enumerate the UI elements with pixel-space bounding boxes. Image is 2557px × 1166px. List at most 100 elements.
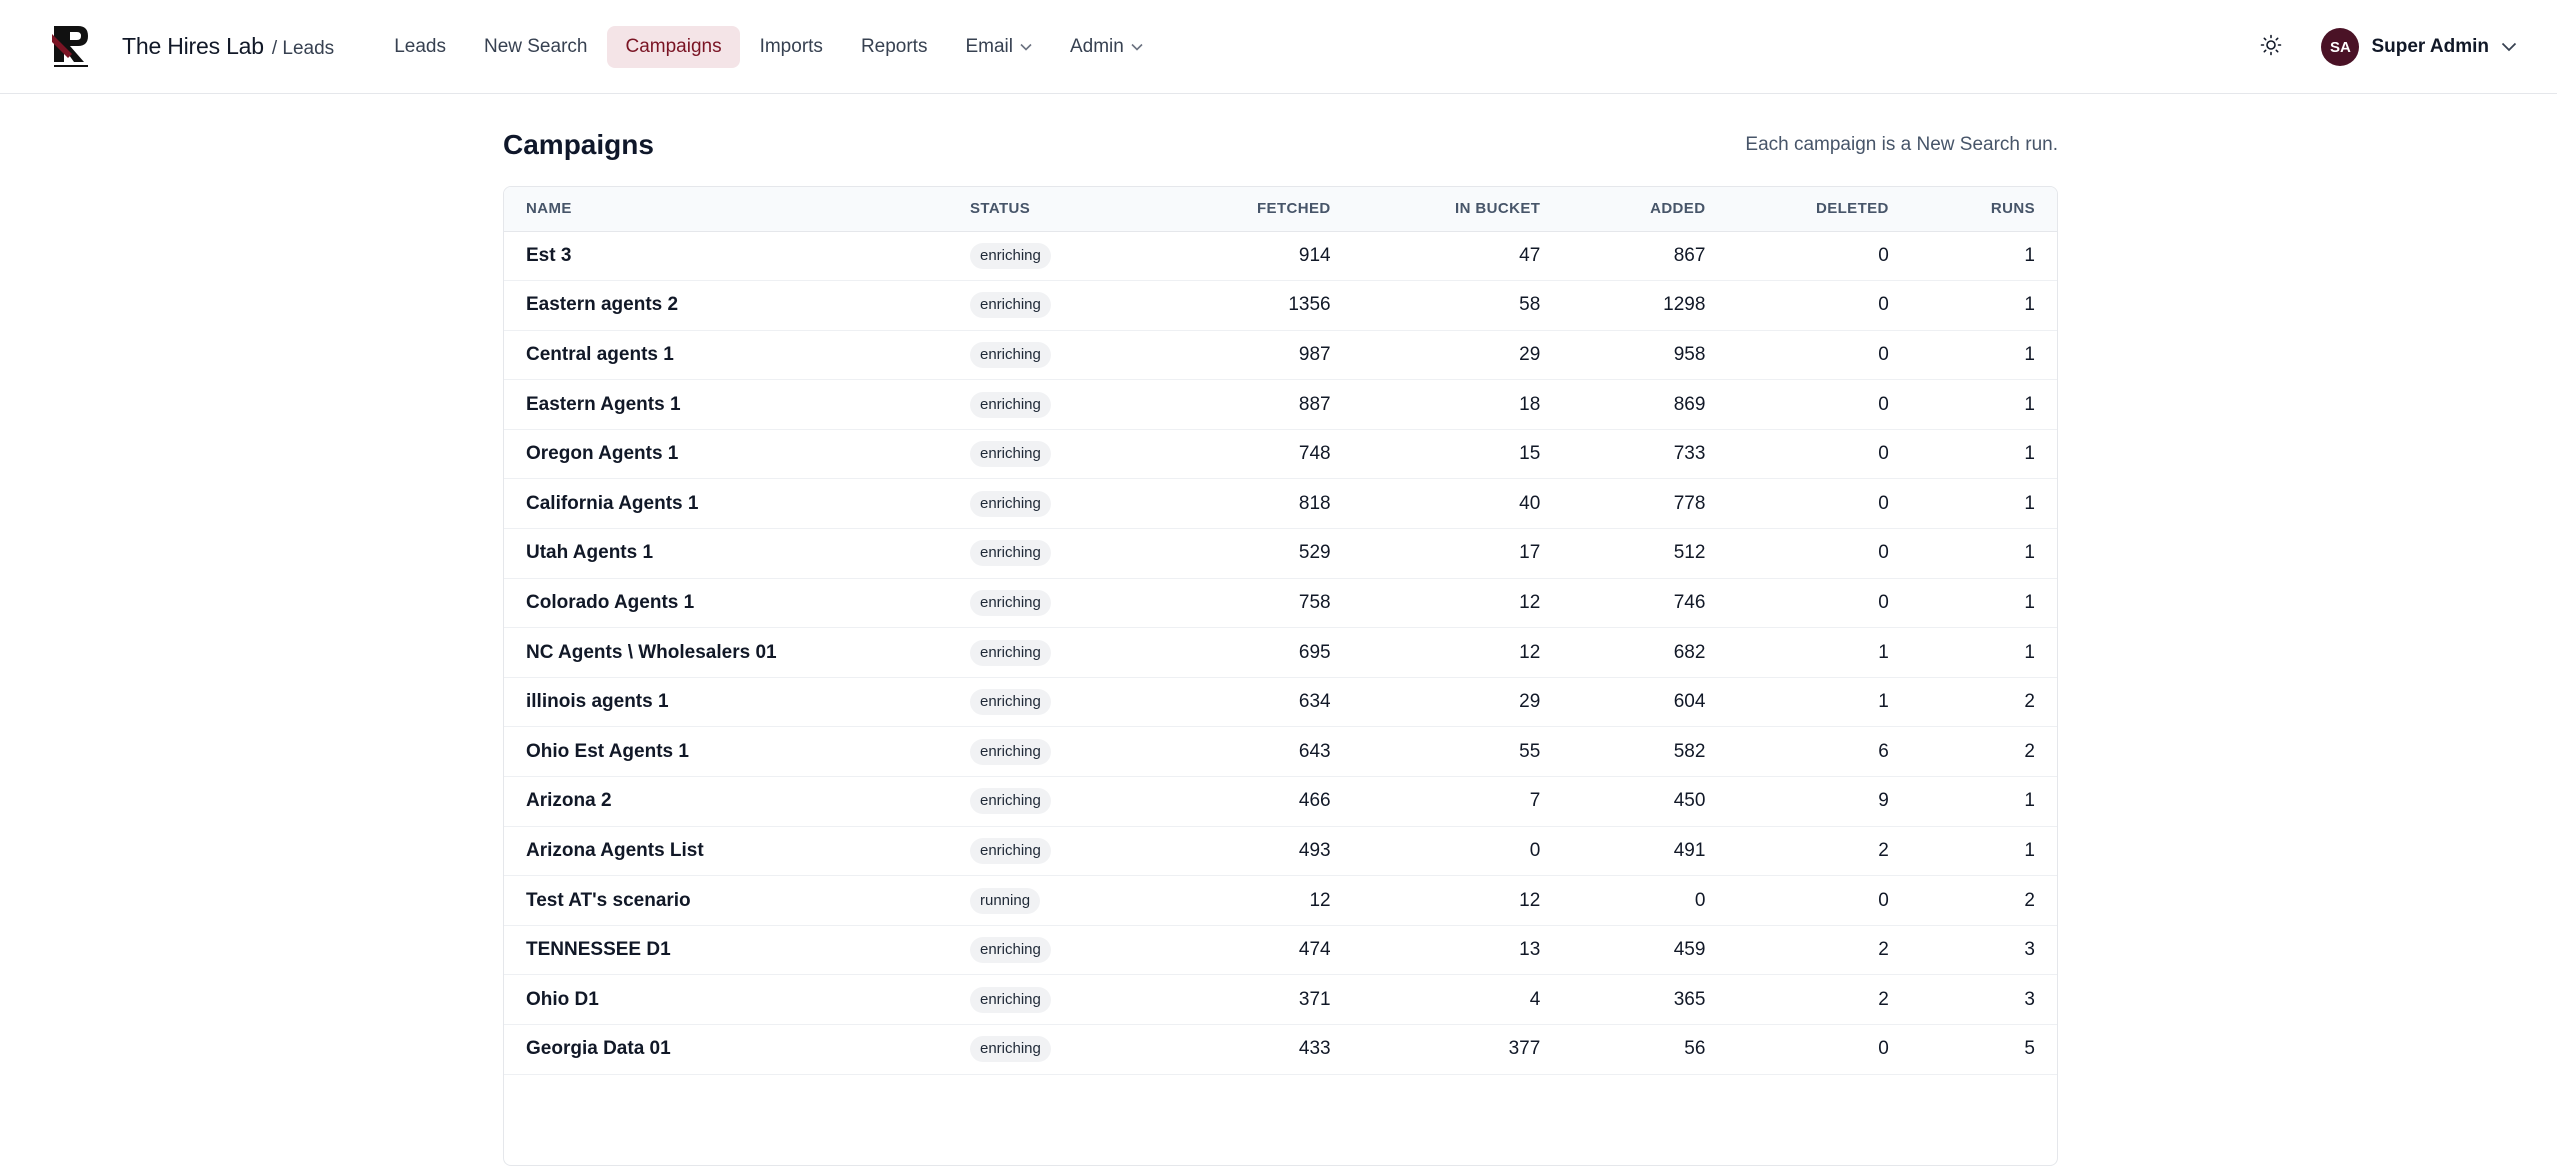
deleted-cell: 0 [1705, 280, 1889, 331]
campaign-name[interactable]: Ohio Est Agents 1 [504, 726, 970, 778]
status-badge: enriching [970, 1036, 1051, 1063]
status-cell: enriching [970, 429, 1153, 480]
status-badge: running [970, 887, 1041, 914]
deleted-cell: 0 [1705, 478, 1889, 530]
runs-cell: 1 [1888, 231, 2057, 282]
runs-cell: 1 [1888, 627, 2057, 678]
campaign-name[interactable]: Central agents 1 [504, 330, 970, 381]
campaigns-table-container: NAME STATUS FETCHED IN BUCKET ADDED DELE… [503, 186, 2058, 1166]
runs-cell: 1 [1888, 379, 2057, 430]
campaign-name[interactable]: Arizona 2 [504, 776, 970, 827]
in-bucket-cell: 29 [1330, 330, 1541, 381]
campaign-name[interactable]: TENNESSEE D1 [504, 925, 970, 976]
page-title: Campaigns [503, 129, 654, 160]
campaign-name[interactable]: Eastern agents 2 [504, 280, 970, 331]
table-row[interactable]: Ohio Est Agents 1 enriching 643 55 582 6 2 [504, 726, 2057, 778]
added-cell: 491 [1540, 826, 1706, 877]
status-badge: enriching [970, 292, 1051, 319]
table-row[interactable]: Ohio D1 enriching 371 4 365 2 3 [504, 974, 2057, 1025]
chevron-down-icon[interactable] [2501, 42, 2517, 52]
table-row[interactable]: Eastern agents 2 enriching 1356 58 1298 0 1 [504, 280, 2057, 331]
brand-name[interactable]: The Hires Lab [122, 33, 264, 60]
table-row[interactable]: NC Agents \ Wholesalers 01 enriching 695 12… [504, 627, 2057, 678]
nav-new-search-label: New Search [483, 35, 588, 57]
nav-new-search[interactable]: New Search [466, 26, 606, 68]
column-header-name[interactable]: NAME [504, 187, 970, 232]
column-header-added[interactable]: ADDED [1540, 187, 1706, 232]
column-header-runs[interactable]: RUNS [1888, 187, 2057, 232]
nav-imports[interactable]: Imports [742, 26, 841, 68]
fetched-cell: 371 [1152, 974, 1331, 1025]
table-row[interactable]: Central agents 1 enriching 987 29 958 0 1 [504, 330, 2057, 381]
avatar[interactable]: SA [2321, 28, 2360, 66]
table-row[interactable]: Test AT's scenario running 12 12 0 0 2 [504, 875, 2057, 926]
table-row[interactable]: Arizona Agents List enriching 493 0 491 2 1 [504, 826, 2057, 877]
status-badge: enriching [970, 689, 1051, 716]
added-cell: 56 [1540, 1024, 1706, 1075]
table-row[interactable]: Est 3 enriching 914 47 867 0 1 [504, 231, 2057, 282]
campaign-name[interactable]: Arizona Agents List [504, 826, 970, 877]
nav-admin-dropdown[interactable]: Admin [1052, 26, 1161, 68]
table-row[interactable]: California Agents 1 enriching 818 40 778 0 1 [504, 478, 2057, 530]
campaign-name[interactable]: Est 3 [504, 231, 970, 282]
column-header-in-bucket[interactable]: IN BUCKET [1330, 187, 1541, 232]
deleted-cell: 1 [1705, 677, 1889, 728]
in-bucket-cell: 12 [1330, 578, 1541, 629]
status-cell: running [970, 875, 1153, 926]
campaign-name[interactable]: illinois agents 1 [504, 677, 970, 728]
in-bucket-cell: 377 [1330, 1024, 1541, 1075]
column-header-deleted[interactable]: DELETED [1705, 187, 1889, 232]
campaign-name[interactable]: Georgia Data 01 [504, 1024, 970, 1075]
table-row[interactable]: Eastern Agents 1 enriching 887 18 869 0 1 [504, 379, 2057, 430]
fetched-cell: 643 [1152, 726, 1331, 778]
table-row[interactable]: Oregon Agents 1 enriching 748 15 733 0 1 [504, 429, 2057, 480]
brand-logo[interactable] [50, 23, 92, 70]
deleted-cell: 2 [1705, 826, 1889, 877]
status-cell: enriching [970, 330, 1153, 381]
deleted-cell: 2 [1705, 925, 1889, 976]
status-cell: enriching [970, 478, 1153, 530]
column-header-fetched[interactable]: FETCHED [1152, 187, 1331, 232]
fetched-cell: 748 [1152, 429, 1331, 480]
main-content: Campaigns Each campaign is a New Search … [503, 94, 2058, 1166]
table-row[interactable]: Colorado Agents 1 enriching 758 12 746 0 1 [504, 578, 2057, 629]
table-row[interactable]: Arizona 2 enriching 466 7 450 9 1 [504, 776, 2057, 827]
nav-email-dropdown[interactable]: Email [947, 26, 1050, 68]
user-name[interactable]: Super Admin [2371, 36, 2489, 58]
deleted-cell: 0 [1705, 330, 1889, 381]
status-badge: enriching [970, 242, 1051, 269]
in-bucket-cell: 17 [1330, 528, 1541, 579]
campaign-name[interactable]: Test AT's scenario [504, 875, 970, 926]
runs-cell: 1 [1888, 280, 2057, 331]
status-badge: enriching [970, 441, 1051, 468]
campaign-name[interactable]: Ohio D1 [504, 974, 970, 1025]
table-row[interactable]: TENNESSEE D1 enriching 474 13 459 2 3 [504, 925, 2057, 976]
table-row[interactable]: Georgia Data 01 enriching 433 377 56 0 5 [504, 1024, 2057, 1075]
in-bucket-cell: 4 [1330, 974, 1541, 1025]
table-row[interactable]: illinois agents 1 enriching 634 29 604 1 2 [504, 677, 2057, 728]
deleted-cell: 0 [1705, 231, 1889, 282]
campaign-name[interactable]: Utah Agents 1 [504, 528, 970, 579]
campaign-name[interactable]: NC Agents \ Wholesalers 01 [504, 627, 970, 678]
column-header-status[interactable]: STATUS [970, 187, 1153, 232]
table-row[interactable]: Utah Agents 1 enriching 529 17 512 0 1 [504, 528, 2057, 579]
added-cell: 958 [1540, 330, 1706, 381]
runs-cell: 2 [1888, 677, 2057, 728]
status-cell: enriching [970, 1024, 1153, 1075]
status-cell: enriching [970, 528, 1153, 579]
campaign-name[interactable]: California Agents 1 [504, 478, 970, 530]
added-cell: 746 [1540, 578, 1706, 629]
campaign-name[interactable]: Oregon Agents 1 [504, 429, 970, 480]
campaign-name[interactable]: Eastern Agents 1 [504, 379, 970, 430]
fetched-cell: 12 [1152, 875, 1331, 926]
sun-icon [2260, 34, 2282, 61]
nav-campaigns[interactable]: Campaigns [607, 25, 740, 68]
brand: The Hires Lab / Leads [122, 33, 334, 60]
theme-toggle-button[interactable] [2251, 27, 2291, 67]
nav-reports[interactable]: Reports [843, 26, 946, 68]
nav-leads[interactable]: Leads [376, 26, 464, 68]
campaign-name[interactable]: Colorado Agents 1 [504, 578, 970, 629]
status-cell: enriching [970, 231, 1153, 282]
nav-reports-label: Reports [860, 35, 928, 57]
status-badge: enriching [970, 589, 1051, 616]
